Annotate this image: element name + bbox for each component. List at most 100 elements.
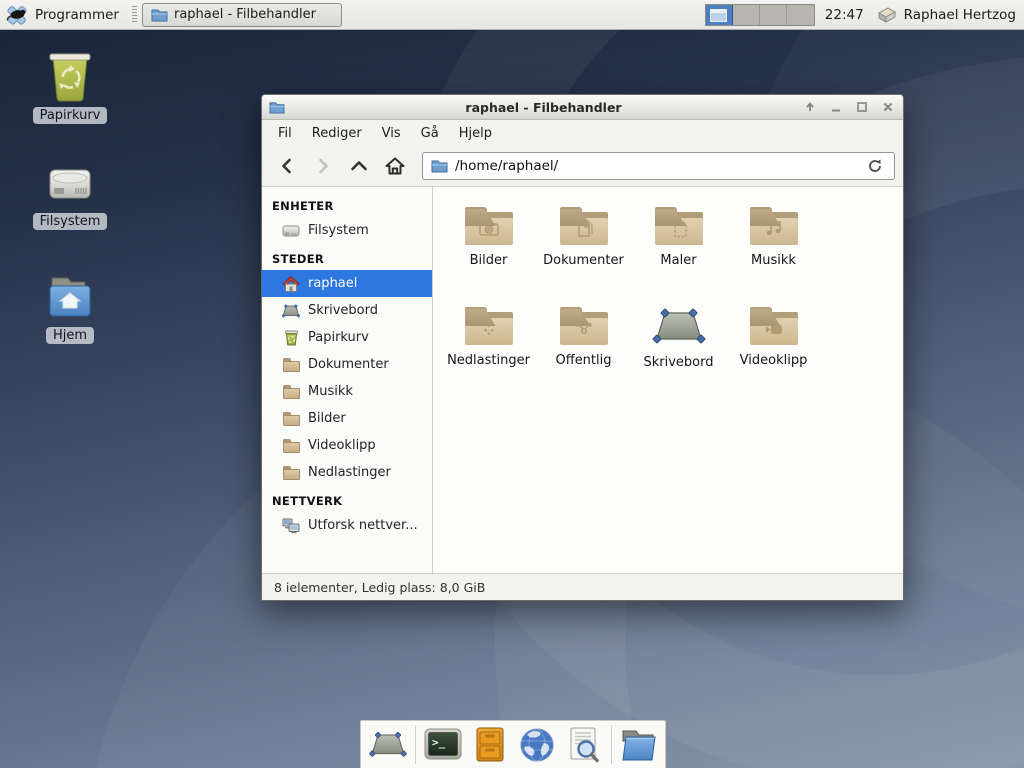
web-browser-launcher[interactable]: [517, 725, 557, 765]
sidebar-header-devices: ENHETER: [262, 191, 432, 217]
file-item-videos[interactable]: Videoklipp: [727, 300, 820, 400]
menu-help[interactable]: Hjelp: [449, 123, 502, 144]
taskbar-window-button[interactable]: raphael - Filbehandler: [142, 3, 342, 27]
close-button[interactable]: [880, 99, 896, 115]
file-label: Nedlastinger: [447, 353, 530, 368]
file-manager-window: raphael - Filbehandler Fil Rediger Vis G…: [261, 94, 904, 601]
file-manager-launcher[interactable]: [619, 725, 659, 765]
workspace-3[interactable]: [760, 5, 787, 25]
share-emblem: [572, 317, 596, 339]
window-titlebar[interactable]: raphael - Filbehandler: [262, 95, 903, 120]
file-item-public[interactable]: Offentlig: [537, 300, 630, 400]
file-item-desktop[interactable]: Skrivebord: [632, 300, 725, 400]
folder-templates-icon: [652, 203, 706, 247]
sidebar-item-label: Filsystem: [308, 223, 369, 238]
maximize-button[interactable]: [854, 99, 870, 115]
window-content: ENHETER Filsystem STEDER raphael Skriveb…: [262, 187, 903, 573]
sidebar-item-raphael[interactable]: raphael: [262, 270, 432, 297]
folder-icon: [282, 356, 300, 373]
sidebar: ENHETER Filsystem STEDER raphael Skriveb…: [262, 187, 433, 573]
show-desktop-button[interactable]: [368, 725, 408, 765]
sidebar-item-desktop[interactable]: Skrivebord: [262, 297, 432, 324]
search-launcher[interactable]: [564, 725, 604, 765]
applications-menu-label: Programmer: [35, 7, 119, 23]
file-label: Skrivebord: [643, 355, 713, 370]
file-item-music[interactable]: Musikk: [727, 200, 820, 300]
search-document-icon: [567, 727, 601, 763]
desktop-icon-filesystem[interactable]: Filsystem: [24, 160, 116, 230]
home-icon: [282, 275, 300, 292]
workspace-4[interactable]: [787, 5, 814, 25]
sidebar-item-label: Nedlastinger: [308, 465, 391, 480]
desktop-icon-label: Papirkurv: [33, 107, 108, 124]
sidebar-item-label: Papirkurv: [308, 330, 369, 345]
window-title: raphael - Filbehandler: [291, 100, 796, 115]
documents-emblem: [572, 217, 596, 239]
statusbar: 8 ielementer, Ledig plass: 8,0 GiB: [262, 573, 903, 600]
desktop-icon-trash[interactable]: Papirkurv: [24, 50, 116, 124]
location-bar[interactable]: /home/raphael/: [422, 152, 895, 180]
home-icon: [384, 156, 406, 176]
panel-clock: 22:47: [825, 7, 864, 23]
folder-public-icon: [557, 303, 611, 347]
dock-panel: >_: [360, 720, 666, 768]
home-button[interactable]: [378, 151, 412, 181]
sidebar-header-network: NETTVERK: [262, 486, 432, 512]
up-button[interactable]: [342, 151, 376, 181]
shade-button[interactable]: [802, 99, 818, 115]
sidebar-item-label: Utforsk nettver...: [308, 518, 418, 533]
folder-icon: [151, 8, 168, 22]
file-label: Videoklipp: [740, 353, 808, 368]
user-name-label: Raphael Hertzog: [904, 7, 1016, 23]
location-folder-icon: [431, 159, 448, 173]
sidebar-item-videos[interactable]: Videoklipp: [262, 432, 432, 459]
applications-menu-button[interactable]: Programmer: [0, 0, 129, 29]
eraser-icon: [874, 4, 898, 26]
minimize-button[interactable]: [828, 99, 844, 115]
back-icon: [278, 157, 296, 175]
folder-downloads-icon: [462, 303, 516, 347]
file-item-pictures[interactable]: Bilder: [442, 200, 535, 300]
reload-button[interactable]: [864, 155, 886, 177]
workspace-1-active[interactable]: [706, 5, 733, 25]
file-label: Offentlig: [556, 353, 612, 368]
top-panel: Programmer raphael - Filbehandler 22:47 …: [0, 0, 1024, 30]
svg-text:>_: >_: [432, 736, 446, 749]
sidebar-item-filesystem[interactable]: Filsystem: [262, 217, 432, 244]
back-button[interactable]: [270, 151, 304, 181]
menu-view[interactable]: Vis: [372, 123, 411, 144]
sidebar-item-trash[interactable]: Papirkurv: [262, 324, 432, 351]
file-item-downloads[interactable]: Nedlastinger: [442, 300, 535, 400]
music-emblem: [762, 217, 786, 239]
file-cabinet-launcher[interactable]: [470, 725, 510, 765]
sidebar-item-pictures[interactable]: Bilder: [262, 405, 432, 432]
folder-documents-icon: [557, 203, 611, 247]
desktop-folder-icon: [651, 305, 707, 349]
location-path[interactable]: /home/raphael/: [455, 158, 857, 174]
sidebar-item-downloads[interactable]: Nedlastinger: [262, 459, 432, 486]
desktop-icon: [282, 302, 300, 319]
folder-pictures-icon: [462, 203, 516, 247]
desktop-icon-home[interactable]: Hjem: [24, 272, 116, 344]
file-label: Dokumenter: [543, 253, 624, 268]
file-item-templates[interactable]: Maler: [632, 200, 725, 300]
globe-icon: [519, 727, 555, 763]
menu-go[interactable]: Gå: [411, 123, 449, 144]
menu-file[interactable]: Fil: [268, 123, 302, 144]
terminal-launcher[interactable]: >_: [423, 725, 463, 765]
forward-button[interactable]: [306, 151, 340, 181]
sidebar-item-music[interactable]: Musikk: [262, 378, 432, 405]
sidebar-item-label: Bilder: [308, 411, 346, 426]
terminal-icon: >_: [424, 728, 462, 762]
window-folder-icon: [269, 101, 285, 114]
folder-icon: [282, 410, 300, 427]
user-session-menu[interactable]: Raphael Hertzog: [874, 4, 1024, 26]
menu-edit[interactable]: Rediger: [302, 123, 372, 144]
desktop-icon-label: Filsystem: [33, 213, 108, 230]
file-item-documents[interactable]: Dokumenter: [537, 200, 630, 300]
workspace-2[interactable]: [733, 5, 760, 25]
sidebar-item-browse-network[interactable]: Utforsk nettver...: [262, 512, 432, 539]
sidebar-item-documents[interactable]: Dokumenter: [262, 351, 432, 378]
statusbar-text: 8 ielementer, Ledig plass: 8,0 GiB: [274, 580, 485, 595]
sidebar-item-label: Skrivebord: [308, 303, 378, 318]
